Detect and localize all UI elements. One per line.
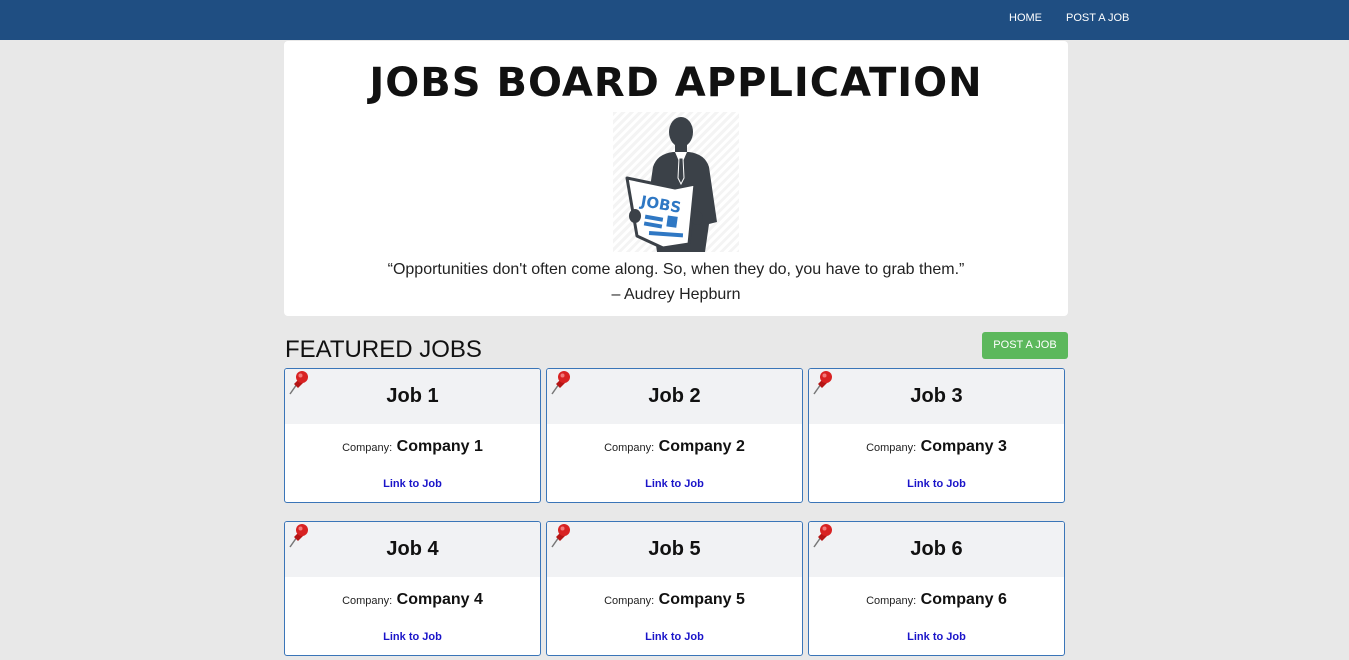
job-card-header: Job 6 (809, 522, 1064, 577)
job-title: Job 5 (648, 538, 701, 560)
featured-jobs-heading: FEATURED JOBS (285, 336, 482, 363)
company-name: Company 6 (920, 591, 1007, 608)
job-link[interactable]: Link to Job (809, 631, 1064, 643)
job-link[interactable]: Link to Job (809, 478, 1064, 490)
company-label: Company: (342, 442, 393, 454)
job-card-header: Job 4 (285, 522, 540, 577)
pushpin-icon (813, 371, 832, 395)
pushpin-icon (289, 371, 308, 395)
page-title: JOBS BOARD APPLICATION (369, 60, 983, 106)
person-holding-newspaper-icon: JOBS (625, 117, 717, 252)
job-title: Job 2 (648, 385, 701, 407)
pushpin-icon (551, 371, 570, 395)
pushpin-icon (813, 524, 832, 548)
top-navbar: HOME POST A JOB (0, 0, 1349, 40)
company-line: Company: Company 4 (285, 591, 540, 609)
job-link[interactable]: Link to Job (285, 478, 540, 490)
company-line: Company: Company 2 (547, 438, 802, 456)
job-card: Job 2 Company: Company 2 Link to Job (546, 368, 803, 503)
company-label: Company: (604, 442, 655, 454)
job-title: Job 6 (910, 538, 963, 560)
company-name: Company 4 (396, 591, 483, 608)
nav-home-link[interactable]: HOME (1009, 12, 1042, 24)
job-card-header: Job 5 (547, 522, 802, 577)
hero-panel: JOBS BOARD APPLICATION JOBS “Opportuniti… (284, 41, 1068, 316)
company-name: Company 2 (658, 438, 745, 455)
job-link[interactable]: Link to Job (547, 478, 802, 490)
company-label: Company: (866, 595, 917, 607)
post-job-button[interactable]: POST A JOB (982, 332, 1068, 359)
job-link[interactable]: Link to Job (547, 631, 802, 643)
hero-quote-author: – Audrey Hepburn (611, 286, 741, 303)
company-line: Company: Company 1 (285, 438, 540, 456)
pushpin-icon (551, 524, 570, 548)
pushpin-icon (289, 524, 308, 548)
company-line: Company: Company 5 (547, 591, 802, 609)
company-name: Company 3 (920, 438, 1007, 455)
company-label: Company: (866, 442, 917, 454)
company-name: Company 5 (658, 591, 745, 608)
company-name: Company 1 (396, 438, 483, 455)
company-line: Company: Company 6 (809, 591, 1064, 609)
hero-image: JOBS (613, 112, 739, 252)
job-card-header: Job 1 (285, 369, 540, 424)
job-card: Job 4 Company: Company 4 Link to Job (284, 521, 541, 656)
job-card: Job 1 Company: Company 1 Link to Job (284, 368, 541, 503)
job-card: Job 6 Company: Company 6 Link to Job (808, 521, 1065, 656)
hero-quote: “Opportunities don't often come along. S… (387, 261, 965, 278)
job-card: Job 5 Company: Company 5 Link to Job (546, 521, 803, 656)
company-line: Company: Company 3 (809, 438, 1064, 456)
job-card: Job 3 Company: Company 3 Link to Job (808, 368, 1065, 503)
company-label: Company: (604, 595, 655, 607)
job-title: Job 4 (386, 538, 439, 560)
job-card-header: Job 2 (547, 369, 802, 424)
job-link[interactable]: Link to Job (285, 631, 540, 643)
company-label: Company: (342, 595, 393, 607)
nav-post-job-link[interactable]: POST A JOB (1066, 12, 1129, 24)
job-title: Job 3 (910, 385, 963, 407)
job-title: Job 1 (386, 385, 439, 407)
job-card-header: Job 3 (809, 369, 1064, 424)
